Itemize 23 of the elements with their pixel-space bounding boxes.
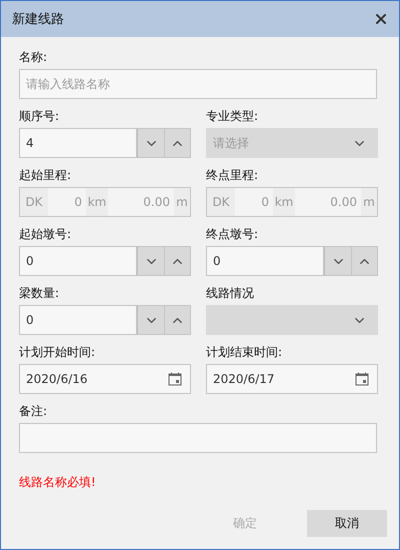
window-title: 新建线路: [12, 11, 64, 28]
date-field[interactable]: 2020/6/17: [206, 364, 378, 394]
field-label: 起始墩号:: [19, 226, 72, 243]
error-message: 线路名称必填!: [19, 474, 97, 491]
field-label: 计划开始时间:: [19, 344, 96, 361]
number-field[interactable]: 0: [206, 246, 324, 276]
dropdown-placeholder: 请选择: [212, 134, 250, 152]
number-field[interactable]: 0: [19, 305, 137, 335]
field-label: 名称:: [19, 49, 48, 66]
field-label: 终点墩号:: [206, 226, 260, 243]
field-label: 线路情况: [206, 285, 255, 302]
field-label: 计划结束时间:: [206, 344, 284, 361]
date-field[interactable]: 2020/6/16: [19, 364, 191, 394]
field-label: 终点里程:: [206, 167, 260, 184]
text-field[interactable]: 请输入线路名称: [19, 69, 377, 99]
field-label: 顺序号:: [19, 108, 60, 125]
number-field[interactable]: 4: [19, 128, 137, 158]
field-label: 备注:: [19, 403, 48, 420]
field-label: 梁数量:: [19, 285, 60, 302]
field-label: 起始里程:: [19, 167, 72, 184]
cancel-button[interactable]: 取消: [307, 510, 387, 537]
number-field[interactable]: 0: [19, 246, 137, 276]
field-label: 专业类型:: [206, 108, 260, 125]
